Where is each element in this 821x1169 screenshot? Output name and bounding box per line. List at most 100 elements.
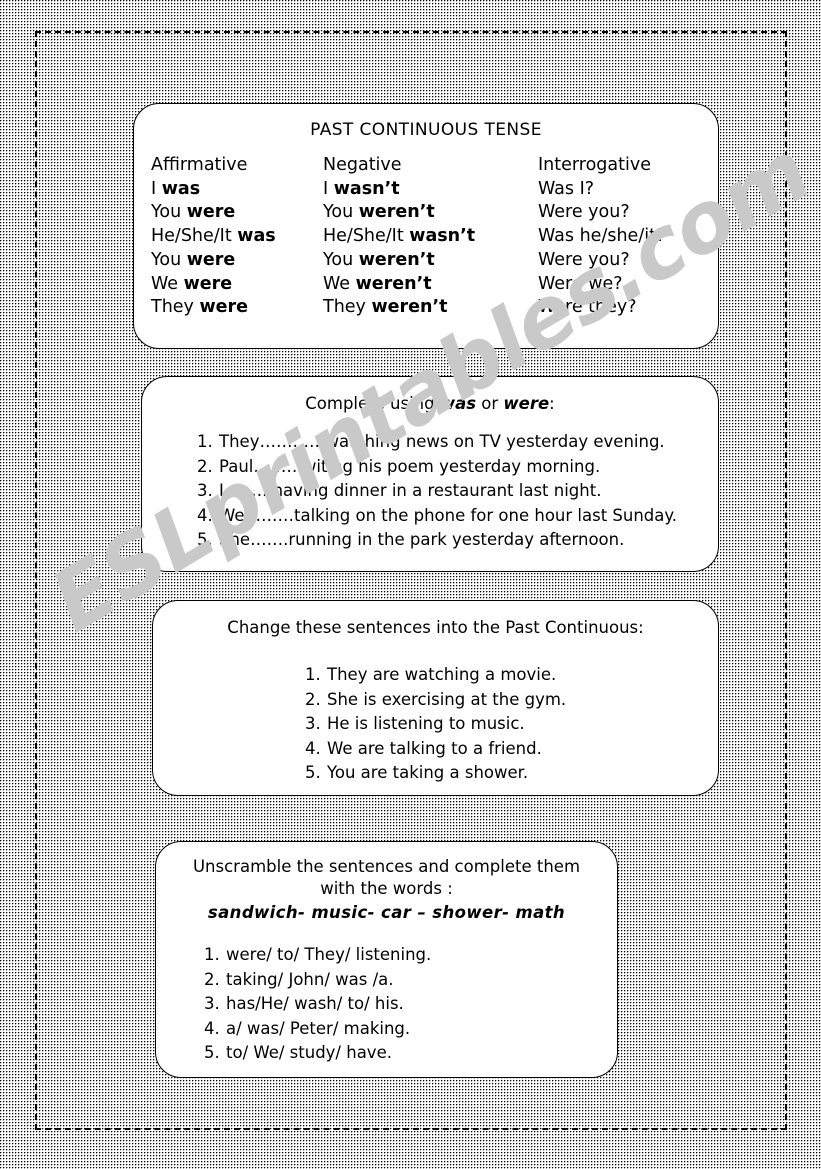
worksheet-page: PAST CONTINUOUS TENSE Affirmative Negati… [0, 0, 821, 1169]
exercise-unscramble-item-1-text: were/ to/ They/ listening. [226, 945, 432, 964]
exercise-complete-title-word-were: were [503, 394, 550, 413]
exercise-complete-list: 1. They…………watching news on TV yesterday … [142, 413, 718, 553]
conjugation-cell-interrogative-5: Were we? [538, 273, 623, 294]
conjugation-cell-negative-6: They weren’t [323, 296, 538, 320]
exercise-change-item-4-number: 4. [305, 738, 321, 758]
exercise-unscramble-list: 1. were/ to/ They/ listening. 2. taking/ Jo… [156, 922, 617, 1066]
exercise-complete-item-3-text: I ……..having dinner in a restaurant last… [219, 481, 602, 500]
exercise-change-item-2-number: 2. [305, 689, 321, 709]
exercise-change-title: Change these sentences into the Past Con… [227, 618, 644, 637]
conjugation-cell-affirmative-4: You were [151, 249, 323, 273]
exercise-complete-item-1-number: 1. [197, 432, 213, 451]
conjugation-cell-interrogative-1: Was I? [538, 178, 595, 199]
exercise-unscramble-item-3-text: has/He/ wash/ to/ his. [226, 994, 404, 1013]
exercise-change-item-1-number: 1. [305, 665, 321, 684]
conjugation-grid: Affirmative Negative Interrogative I was… [134, 146, 718, 320]
conjugation-cell-negative-3: He/She/It wasn’t [323, 225, 538, 249]
exercise-change-item-2-text: She is exercising at the gym. [327, 689, 567, 709]
conjugation-cell-interrogative-2: Were you? [538, 202, 630, 223]
exercise-complete-item-2: 2. Paul………witing his poem yesterday morni… [197, 455, 718, 480]
conjugation-cell-affirmative-5: We were [151, 273, 323, 297]
exercise-change-item-1-text: They are watching a movie. [327, 665, 557, 684]
conjugation-cell-negative-1: I wasn’t [323, 178, 538, 202]
exercise-unscramble-item-3-number: 3. [204, 994, 220, 1013]
column-header-negative: Negative [323, 155, 402, 175]
exercise-unscramble-item-4-number: 4. [204, 1018, 220, 1038]
exercise-unscramble-item-2-text: taking/ John/ was /a. [226, 969, 394, 989]
conjugation-cell-interrogative-6: Were they? [538, 297, 637, 318]
exercise-complete-title-prefix: Complete using [305, 394, 440, 413]
exercise-complete-item-5-text: She…….running in the park yesterday afte… [219, 530, 625, 549]
exercise-change-box: Change these sentences into the Past Con… [152, 600, 719, 796]
page-title: PAST CONTINUOUS TENSE [310, 120, 542, 140]
conjugation-cell-affirmative-4-subject: You [151, 249, 187, 270]
exercise-change-list: 1. They are watching a movie. 2. She is exe… [153, 637, 718, 786]
conjugation-cell-affirmative-5-subject: We [151, 273, 184, 294]
conjugation-cell-interrogative-4: Were you? [538, 249, 630, 270]
exercise-complete-item-2-text: Paul………witing his poem yesterday morning… [219, 456, 601, 476]
exercise-complete-item-5: 5. She…….running in the park yesterday af… [197, 528, 718, 553]
conjugation-cell-negative-5-verb: weren’t [355, 273, 432, 294]
conjugation-cell-negative-4: You weren’t [323, 249, 538, 273]
exercise-change-item-3-number: 3. [305, 714, 321, 733]
exercise-complete-title-mid: or [476, 394, 504, 413]
exercise-complete-title-suffix: : [549, 394, 555, 413]
exercise-unscramble-item-1: 1. were/ to/ They/ listening. [204, 943, 617, 968]
exercise-unscramble-item-4-text: a/ was/ Peter/ making. [226, 1018, 411, 1038]
exercise-change-item-3-text: He is listening to music. [327, 714, 525, 733]
exercise-complete-item-5-number: 5. [197, 530, 213, 549]
exercise-unscramble-item-2: 2. taking/ John/ was /a. [204, 968, 617, 993]
conjugation-cell-affirmative-2-verb: were [186, 202, 236, 223]
conjugation-cell-negative-1-subject: I [323, 178, 334, 199]
exercise-unscramble-box: Unscramble the sentences and complete th… [155, 841, 618, 1078]
exercise-complete-item-1-text: They…………watching news on TV yesterday ev… [219, 432, 665, 451]
exercise-complete-item-1: 1. They…………watching news on TV yesterday … [197, 430, 718, 455]
exercise-change-item-5-number: 5. [305, 763, 321, 782]
conjugation-cell-negative-3-subject: He/She/It [323, 226, 410, 247]
conjugation-cell-affirmative-5-verb: were [183, 273, 233, 294]
exercise-complete-item-3: 3. I ……..having dinner in a restaurant la… [197, 479, 718, 504]
conjugation-cell-affirmative-2: You were [151, 201, 323, 225]
conjugation-cell-negative-2-subject: You [323, 202, 359, 223]
exercise-complete-item-4-text: We………talking on the phone for one hour l… [219, 505, 678, 525]
conjugation-cell-affirmative-3: He/She/It was [151, 225, 323, 249]
conjugation-table-box: PAST CONTINUOUS TENSE Affirmative Negati… [133, 103, 719, 349]
conjugation-cell-affirmative-3-verb: was [237, 226, 276, 247]
conjugation-cell-affirmative-1: I was [151, 178, 323, 202]
exercise-complete-item-4-number: 4. [197, 505, 213, 525]
conjugation-cell-affirmative-6-subject: They [151, 297, 200, 318]
exercise-unscramble-item-5: 5. to/ We/ study/ have. [204, 1041, 617, 1066]
conjugation-cell-negative-1-verb: wasn’t [333, 178, 400, 199]
conjugation-cell-affirmative-1-verb: was [161, 178, 201, 199]
exercise-complete-title: Complete using was or were: [142, 377, 718, 413]
exercise-change-item-2: 2. She is exercising at the gym. [305, 688, 718, 713]
conjugation-cell-affirmative-2-subject: You [151, 202, 187, 223]
exercise-change-item-1: 1. They are watching a movie. [305, 663, 718, 688]
exercise-complete-title-word-was: was [439, 394, 477, 413]
exercise-complete-item-4: 4. We………talking on the phone for one hour… [197, 504, 718, 529]
exercise-change-item-4: 4. We are talking to a friend. [305, 737, 718, 762]
exercise-complete-item-3-number: 3. [197, 481, 213, 500]
conjugation-cell-affirmative-1-subject: I [151, 178, 162, 199]
column-header-affirmative: Affirmative [151, 155, 248, 175]
conjugation-cell-affirmative-6-verb: were [199, 297, 249, 318]
exercise-unscramble-title: Unscramble the sentences and complete th… [156, 842, 617, 900]
conjugation-cell-negative-5: We weren’t [323, 273, 538, 297]
exercise-unscramble-item-2-number: 2. [204, 969, 220, 989]
column-header-interrogative: Interrogative [538, 155, 651, 175]
conjugation-cell-affirmative-3-subject: He/She/It [151, 226, 238, 247]
conjugation-cell-negative-3-verb: wasn’t [409, 226, 476, 247]
exercise-unscramble-item-1-number: 1. [204, 945, 220, 964]
conjugation-cell-affirmative-6: They were [151, 296, 323, 320]
exercise-unscramble-item-5-text: to/ We/ study/ have. [226, 1043, 392, 1062]
exercise-unscramble-title-line1: Unscramble the sentences and complete th… [192, 857, 581, 876]
exercise-change-item-3: 3. He is listening to music. [305, 712, 718, 737]
exercise-complete-box: Complete using was or were: 1. They…………wa… [141, 376, 719, 572]
conjugation-cell-interrogative-3: Was he/she/it? [538, 226, 666, 247]
conjugation-cell-affirmative-4-verb: were [186, 249, 236, 270]
conjugation-cell-negative-6-subject: They [323, 297, 372, 318]
conjugation-cell-negative-5-subject: We [323, 273, 356, 294]
exercise-complete-item-2-number: 2. [197, 456, 213, 476]
exercise-unscramble-wordbank: sandwich- music- car – shower- math [207, 903, 566, 922]
exercise-unscramble-item-4: 4. a/ was/ Peter/ making. [204, 1017, 617, 1042]
